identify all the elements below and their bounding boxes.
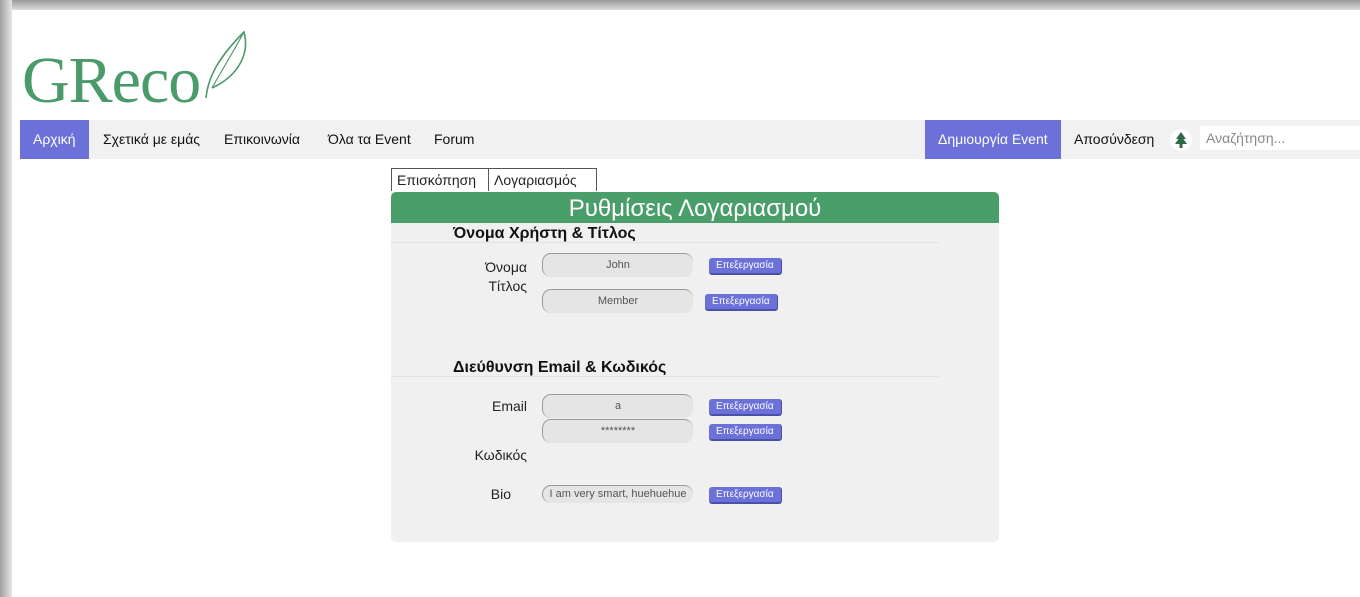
tab-account[interactable]: Λογαριασμός: [488, 168, 597, 191]
nav-all-events[interactable]: Όλα τα Event: [315, 120, 424, 159]
email-label: Email: [491, 398, 527, 414]
password-field[interactable]: ********: [542, 419, 693, 443]
tree-icon[interactable]: [1170, 129, 1192, 151]
tab-overview[interactable]: Επισκόπηση: [391, 168, 491, 191]
edit-email-button[interactable]: Επεξεργασία: [709, 399, 782, 416]
window-frame-top: [0, 0, 1360, 10]
name-field[interactable]: John: [542, 253, 693, 277]
main-navbar: Αρχική Σχετικά με εμάς Επικοινωνία Όλα τ…: [20, 120, 1360, 159]
bio-label: Bio: [490, 486, 511, 502]
title-label: Τίτλος: [488, 278, 527, 294]
edit-name-button[interactable]: Επεξεργασία: [709, 258, 782, 275]
name-label: Όνομα: [485, 259, 527, 275]
create-event-button[interactable]: Δημιουργία Event: [925, 120, 1061, 159]
password-label: Κωδικός: [474, 447, 527, 463]
logo-text: GReco: [22, 44, 201, 117]
search-input[interactable]: [1200, 126, 1360, 150]
account-settings-panel: Ρυθμίσεις Λογαριασμού Όνομα Χρήστη & Τίτ…: [391, 192, 999, 542]
section-divider: [391, 376, 939, 377]
edit-password-button[interactable]: Επεξεργασία: [709, 424, 782, 441]
nav-forum[interactable]: Forum: [421, 120, 487, 159]
logout-link[interactable]: Αποσύνδεση: [1061, 120, 1167, 159]
nav-home[interactable]: Αρχική: [20, 120, 89, 159]
site-logo[interactable]: GReco: [22, 30, 247, 120]
section-title-email: Διεύθυνση Email & Κωδικός: [453, 359, 667, 376]
section-title-username: Όνομα Χρήστη & Τίτλος: [453, 225, 636, 242]
nav-contact[interactable]: Επικοινωνία: [211, 120, 313, 159]
nav-about[interactable]: Σχετικά με εμάς: [90, 120, 213, 159]
edit-title-button[interactable]: Επεξεργασία: [705, 294, 778, 311]
panel-title: Ρυθμίσεις Λογαριασμού: [391, 192, 999, 223]
title-field[interactable]: Member: [542, 289, 693, 313]
bio-field[interactable]: I am very smart, huehuehue: [542, 485, 693, 503]
section-divider: [391, 242, 939, 243]
tree-icon-glyph: [1175, 132, 1187, 148]
edit-bio-button[interactable]: Επεξεργασία: [709, 487, 782, 504]
email-field[interactable]: a: [542, 394, 693, 418]
leaf-icon: [205, 30, 247, 99]
window-frame-left: [0, 0, 12, 597]
